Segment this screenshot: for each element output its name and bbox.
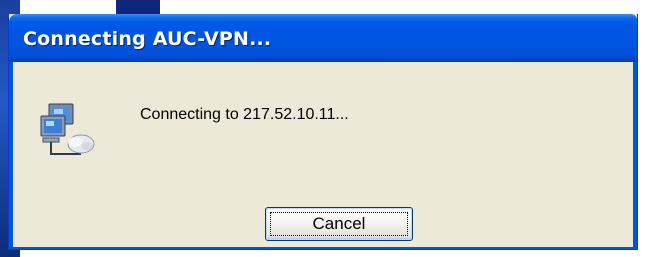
window-title: Connecting AUC-VPN... — [23, 28, 272, 50]
window-frame-bottom — [9, 247, 637, 249]
window-frame-right — [633, 62, 637, 249]
cancel-button-label: Cancel — [312, 214, 366, 233]
dialog-body: Connecting to 217.52.10.11... Cancel — [13, 62, 633, 247]
cancel-button[interactable]: Cancel — [265, 207, 413, 241]
network-connection-icon — [40, 103, 95, 155]
title-bar[interactable]: Connecting AUC-VPN... — [9, 14, 637, 62]
connecting-dialog: Connecting AUC-VPN... Connecting to 217.… — [8, 14, 638, 250]
connection-status-message: Connecting to 217.52.10.11... — [140, 106, 349, 123]
